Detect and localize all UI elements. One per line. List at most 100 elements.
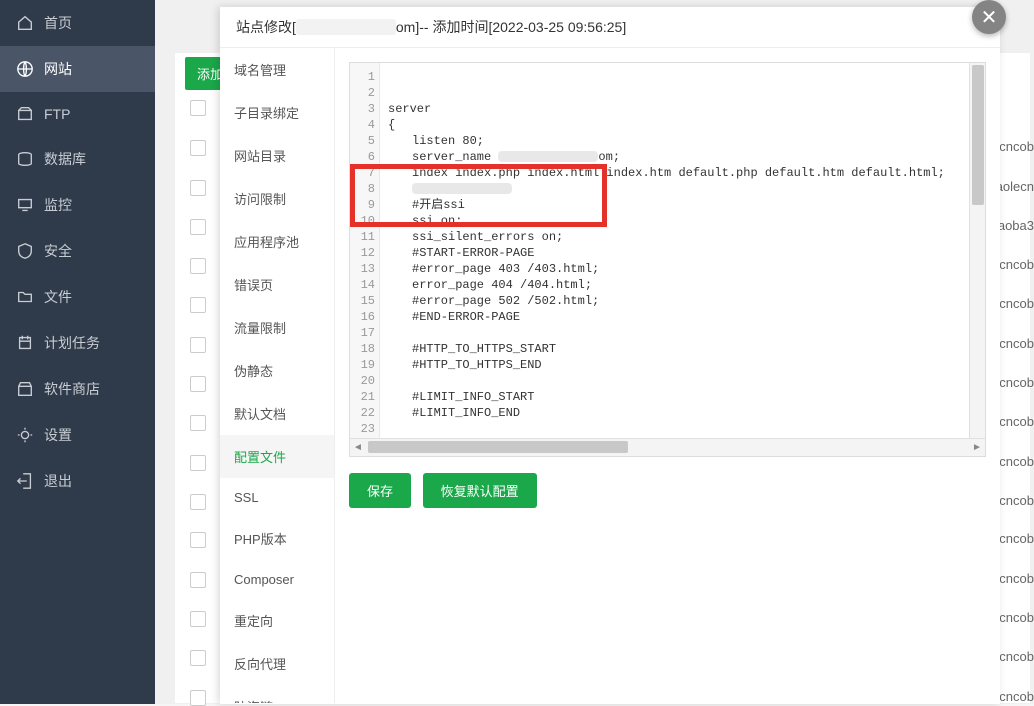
modal-tab-item[interactable]: 配置文件 — [220, 435, 334, 478]
main-sidebar: 首页网站FTP 数据库监控安全文件计划任务软件商店设置退出 — [0, 0, 155, 704]
scroll-thumb-horizontal[interactable] — [368, 441, 628, 453]
line-number: 11 — [350, 229, 375, 245]
modal-tab-item[interactable]: 默认文档 — [220, 392, 334, 435]
modal-tab-item[interactable]: 网站目录 — [220, 134, 334, 177]
modal-tab-item[interactable]: 错误页 — [220, 263, 334, 306]
close-icon: ✕ — [981, 5, 998, 30]
config-editor[interactable]: 123456789101112131415161718192021222324 … — [349, 62, 986, 457]
save-button[interactable]: 保存 — [349, 473, 411, 508]
modal-tab-item[interactable]: 应用程序池 — [220, 220, 334, 263]
editor-gutter: 123456789101112131415161718192021222324 — [350, 63, 380, 456]
store-icon — [16, 380, 34, 398]
exit-icon — [16, 472, 34, 490]
editor-scroll-vertical[interactable] — [969, 63, 985, 438]
modal-tab-item[interactable]: Composer — [220, 560, 334, 599]
modal-tab-item[interactable]: SSL — [220, 478, 334, 517]
code-line[interactable] — [388, 373, 977, 389]
modal-tab-item[interactable]: 重定向 — [220, 599, 334, 642]
line-number: 2 — [350, 85, 375, 101]
sidebar-item-home[interactable]: 首页 — [0, 0, 155, 46]
sidebar-item-shield[interactable]: 安全 — [0, 228, 155, 274]
row-checkbox[interactable] — [190, 532, 206, 548]
code-line[interactable]: error_page 404 /404.html; — [388, 277, 977, 293]
row-checkbox[interactable] — [190, 337, 206, 353]
code-line[interactable] — [388, 325, 977, 341]
row-checkbox[interactable] — [190, 180, 206, 196]
modal-tab-item[interactable]: 访问限制 — [220, 177, 334, 220]
close-modal-button[interactable]: ✕ — [972, 0, 1006, 34]
code-line[interactable]: #HTTP_TO_HTTPS_START — [388, 341, 977, 357]
row-checkbox[interactable] — [190, 376, 206, 392]
sidebar-item-folder[interactable]: 文件 — [0, 274, 155, 320]
shield-icon — [16, 242, 34, 260]
sidebar-item-database[interactable]: 数据库 — [0, 136, 155, 182]
code-line[interactable]: { — [388, 117, 977, 133]
row-checkbox[interactable] — [190, 455, 206, 471]
masked-value — [412, 183, 512, 194]
row-checkbox[interactable] — [190, 140, 206, 156]
sidebar-item-calendar[interactable]: 计划任务 — [0, 320, 155, 366]
code-line[interactable]: server — [388, 101, 977, 117]
code-line[interactable]: #END-ERROR-PAGE — [388, 309, 977, 325]
modal-tab-item[interactable]: PHP版本 — [220, 517, 334, 560]
code-line[interactable]: #error_page 403 /403.html; — [388, 261, 977, 277]
code-line[interactable]: #开启ssi — [388, 197, 977, 213]
line-number: 9 — [350, 197, 375, 213]
row-checkbox[interactable] — [190, 415, 206, 431]
modal-title: 站点修改[ om] -- 添加时间 [2022-03-25 09:56:25] — [220, 7, 1000, 48]
line-number: 21 — [350, 389, 375, 405]
code-line[interactable]: #LIMIT_INFO_START — [388, 389, 977, 405]
modal-tab-item[interactable]: 域名管理 — [220, 48, 334, 91]
sidebar-item-label: 数据库 — [44, 149, 86, 169]
row-checkbox[interactable] — [190, 100, 206, 116]
line-number: 15 — [350, 293, 375, 309]
code-line[interactable]: index index.php index.html index.htm def… — [388, 165, 977, 181]
code-line[interactable]: ssi_silent_errors on; — [388, 229, 977, 245]
code-line[interactable]: #LIMIT_INFO_END — [388, 405, 977, 421]
modal-tab-item[interactable]: 流量限制 — [220, 306, 334, 349]
modal-tab-item[interactable]: 反向代理 — [220, 642, 334, 685]
row-checkbox[interactable] — [190, 611, 206, 627]
sidebar-item-store[interactable]: 软件商店 — [0, 366, 155, 412]
sidebar-item-globe[interactable]: 网站 — [0, 46, 155, 92]
row-checkbox[interactable] — [190, 297, 206, 313]
modal-title-prefix: 站点修改[ — [236, 17, 296, 37]
restore-default-button[interactable]: 恢复默认配置 — [423, 473, 537, 508]
scroll-right-arrow[interactable]: ► — [969, 439, 985, 455]
modal-tab-item[interactable]: 子目录绑定 — [220, 91, 334, 134]
code-line[interactable] — [388, 421, 977, 437]
code-line[interactable] — [388, 181, 977, 197]
line-number: 6 — [350, 149, 375, 165]
monitor-icon — [16, 196, 34, 214]
scroll-thumb-vertical[interactable] — [972, 65, 984, 205]
code-line[interactable]: #error_page 502 /502.html; — [388, 293, 977, 309]
editor-code[interactable]: server{listen 80;server_name om;index in… — [380, 63, 985, 456]
row-checkbox[interactable] — [190, 219, 206, 235]
sidebar-item-exit[interactable]: 退出 — [0, 458, 155, 504]
masked-value — [498, 151, 598, 162]
row-checkbox[interactable] — [190, 258, 206, 274]
code-line[interactable]: ssi on; — [388, 213, 977, 229]
site-edit-modal: 站点修改[ om] -- 添加时间 [2022-03-25 09:56:25] … — [220, 7, 1000, 704]
modal-title-separator: -- 添加时间 — [419, 17, 488, 37]
modal-main: 123456789101112131415161718192021222324 … — [335, 48, 1000, 703]
code-line[interactable]: listen 80; — [388, 133, 977, 149]
line-number: 22 — [350, 405, 375, 421]
line-number: 16 — [350, 309, 375, 325]
sidebar-item-ftp[interactable]: FTP — [0, 92, 155, 136]
sidebar-item-label: 安全 — [44, 241, 72, 261]
code-line[interactable]: #START-ERROR-PAGE — [388, 245, 977, 261]
line-number: 18 — [350, 341, 375, 357]
code-line[interactable]: server_name om; — [388, 149, 977, 165]
code-line[interactable]: #HTTP_TO_HTTPS_END — [388, 357, 977, 373]
row-checkbox[interactable] — [190, 650, 206, 666]
editor-scroll-horizontal[interactable]: ◄ ► — [350, 438, 985, 456]
sidebar-item-monitor[interactable]: 监控 — [0, 182, 155, 228]
modal-tab-item[interactable]: 伪静态 — [220, 349, 334, 392]
modal-tab-item[interactable]: 防盗链 — [220, 685, 334, 703]
row-checkbox[interactable] — [190, 572, 206, 588]
ftp-icon — [16, 105, 34, 123]
sidebar-item-gear[interactable]: 设置 — [0, 412, 155, 458]
row-checkbox[interactable] — [190, 494, 206, 510]
scroll-left-arrow[interactable]: ◄ — [350, 439, 366, 455]
